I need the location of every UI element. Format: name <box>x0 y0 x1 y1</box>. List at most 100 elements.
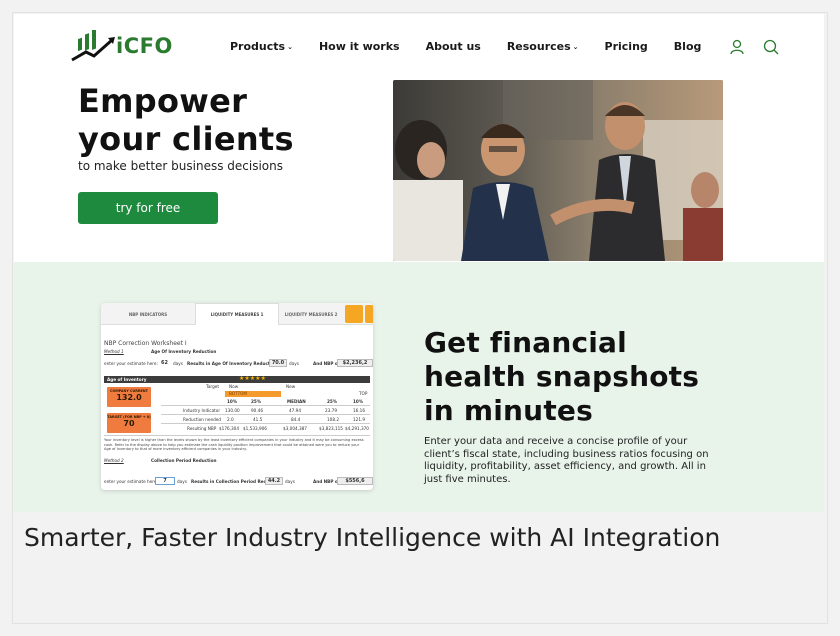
nav-item-about-us[interactable]: About us <box>426 40 481 53</box>
tab-nbp-indicators[interactable]: NBP INDICATORS <box>101 303 195 325</box>
row-cell: $3,004,387 <box>283 426 307 431</box>
method-1-title: Age Of Inventory Reduction <box>151 349 217 354</box>
results-1-value: 70.0 <box>269 359 287 367</box>
row-cell: 84.4 <box>291 417 301 422</box>
export-icon[interactable] <box>365 305 373 323</box>
business-meeting-image <box>393 80 723 261</box>
row-divider <box>161 414 370 415</box>
row-cell: 130.00 <box>225 408 240 413</box>
col-header: 25% <box>251 399 262 404</box>
search-icon[interactable] <box>762 38 780 56</box>
days-label: days <box>177 479 187 484</box>
estimate-label: enter your estimate here: <box>104 479 158 484</box>
nav-label: How it works <box>318 40 400 53</box>
row-divider <box>161 423 370 424</box>
nav-label: About us <box>425 40 481 53</box>
age-of-inventory-bar: Age of Inventory <box>104 376 370 383</box>
feature-title-line: in minutes <box>424 394 593 427</box>
estimate-2-input[interactable]: 7 <box>155 477 175 485</box>
row-cell: 23.79 <box>325 408 337 413</box>
row-label: Industry Indicator <box>183 408 221 413</box>
worksheet-note: Your inventory level is higher than the … <box>104 438 364 452</box>
row-cell: $176,304 <box>219 426 239 431</box>
section-divider <box>104 435 370 436</box>
method-1-label: Method 1 <box>104 349 124 354</box>
hero-title-line: Empower <box>78 82 248 120</box>
hero-subtitle: to make better business decisions <box>78 159 283 173</box>
nbp-label: And NBP of <box>313 479 340 484</box>
nbp-2-value: $556,6 <box>337 477 373 485</box>
feature-description: Enter your data and receive a concise pr… <box>424 436 709 485</box>
feature-title-line: Get financial <box>424 326 627 359</box>
logo-icon <box>71 30 115 62</box>
method-2-title: Collection Period Reduction <box>151 458 217 463</box>
ai-integration-heading: Smarter, Faster Industry Intelligence wi… <box>24 523 721 552</box>
row-cell: 16.16 <box>353 408 365 413</box>
rating-stars: ★★★★★ <box>239 375 266 382</box>
user-icon[interactable] <box>728 38 746 56</box>
worksheet-preview: NBP INDICATORS LIQUIDITY MEASURES 1 LIQU… <box>101 303 373 490</box>
top-label: TOP <box>359 391 368 396</box>
nav-label: Resources <box>506 40 571 53</box>
target-box: TARGET (FOR NBP + 0) 70 <box>107 413 151 433</box>
col-header: MEDIAN <box>287 399 306 404</box>
worksheet-tabs: NBP INDICATORS LIQUIDITY MEASURES 1 LIQU… <box>101 303 373 325</box>
estimate-1-value[interactable]: 62 <box>161 360 168 366</box>
chevron-down-icon: ⌄ <box>287 42 293 51</box>
row-divider <box>161 405 370 406</box>
feature-title: Get financial health snapshots in minute… <box>424 326 699 428</box>
nav-item-how-it-works[interactable]: How it works <box>319 40 400 53</box>
col-header: 10% <box>353 399 364 404</box>
results-1-label: Results in Age Of Inventory Reduction <box>187 361 278 366</box>
row-cell: 41.5 <box>253 417 263 422</box>
brand-logo[interactable]: iCFO <box>70 30 173 66</box>
nav-item-products[interactable]: Products ⌄ <box>230 40 293 53</box>
company-current-value: 132.0 <box>116 393 142 402</box>
row-cell: 47.94 <box>289 408 301 413</box>
days-label: days <box>289 361 299 366</box>
row-cell: $1,533,906 <box>243 426 267 431</box>
row-cell: 90.46 <box>251 408 263 413</box>
row-cell: 108.2 <box>327 417 339 422</box>
top-nav: iCFO Products ⌄ How it works About us Res… <box>70 30 780 66</box>
row-label: Resulting NBP <box>187 426 217 431</box>
nav-item-blog[interactable]: Blog <box>674 40 702 53</box>
bar-label: Age of Inventory <box>107 377 147 382</box>
days-label: days <box>173 361 183 366</box>
worksheet-heading: NBP Correction Worksheet I <box>104 340 187 347</box>
estimate-label: enter your estimate here: <box>104 361 158 366</box>
col-header: 25% <box>327 399 338 404</box>
target-value: 70 <box>123 419 135 428</box>
print-icon[interactable] <box>345 305 363 323</box>
row-cell: 2.0 <box>227 417 234 422</box>
nav-actions <box>728 38 780 56</box>
try-for-free-button[interactable]: try for free <box>78 192 218 224</box>
nav-label: Blog <box>673 40 702 53</box>
chevron-down-icon: ⌄ <box>572 42 579 51</box>
company-current-box: COMPANY CURRENT 132.0 <box>107 387 151 407</box>
new-legend: New <box>286 384 296 389</box>
brand-name: iCFO <box>116 34 173 58</box>
nav-label: Products <box>230 40 286 53</box>
now-legend: Now <box>229 384 239 389</box>
days-label: days <box>285 479 295 484</box>
feature-title-line: health snapshots <box>424 360 700 393</box>
col-header: 10% <box>227 399 238 404</box>
nav-item-pricing[interactable]: Pricing <box>605 40 648 53</box>
row-cell: $3,823,115 <box>319 426 343 431</box>
results-2-value: 44.2 <box>265 477 283 485</box>
bottom-label: BOTTOM <box>229 391 248 396</box>
row-label: Reduction needed <box>183 417 221 422</box>
tab-liquidity-measures-2[interactable]: LIQUIDITY MEASURES 2 <box>279 303 343 325</box>
nbp-1-value: $2,236,2 <box>337 359 373 367</box>
tab-liquidity-measures-1[interactable]: LIQUIDITY MEASURES 1 <box>195 303 279 325</box>
main-menu: Products ⌄ How it works About us Resource… <box>230 40 727 53</box>
row-cell: $4,291,370 <box>345 426 369 431</box>
method-2-label: Method 2 <box>104 458 124 463</box>
nav-item-resources[interactable]: Resources ⌄ <box>507 40 579 53</box>
hero-title: Empower your clients <box>78 82 294 158</box>
hero-photo <box>393 80 723 261</box>
nav-label: Pricing <box>604 40 648 53</box>
target-legend: Target <box>206 384 219 389</box>
row-cell: 121.9 <box>353 417 365 422</box>
